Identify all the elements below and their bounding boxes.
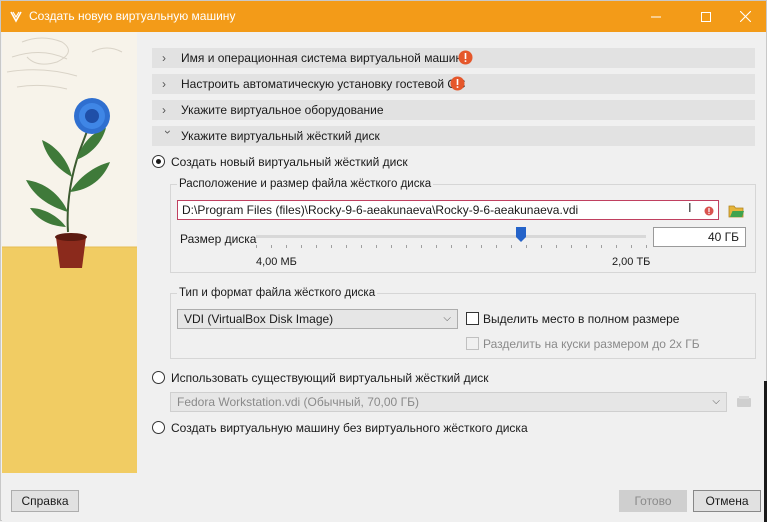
- warning-icon: [458, 50, 473, 65]
- window-title: Создать новую виртуальную машину: [29, 9, 236, 23]
- disk-size-label: Размер диска: [180, 232, 257, 246]
- virtualbox-app-icon: [10, 11, 22, 23]
- minimize-icon: [651, 16, 661, 17]
- slider-tick: [481, 245, 482, 248]
- slider-tick: [616, 245, 617, 248]
- slider-tick: [271, 245, 272, 248]
- section-hard-disk[interactable]: › Укажите виртуальный жёсткий диск: [152, 126, 755, 146]
- section-label: Настроить автоматическую установку госте…: [181, 77, 466, 91]
- title-bar: Создать новую виртуальную машину: [1, 1, 766, 32]
- split-checkbox[interactable]: [466, 337, 479, 350]
- create-new-disk-label: Создать новый виртуальный жёсткий диск: [171, 155, 408, 169]
- slider-tick: [376, 245, 377, 248]
- section-hardware[interactable]: › Укажите виртуальное оборудование: [152, 100, 755, 120]
- slider-min-label: 4,00 МБ: [256, 256, 297, 268]
- choose-disk-icon[interactable]: [736, 394, 752, 409]
- slider-tick: [556, 245, 557, 248]
- slider-tick: [586, 245, 587, 248]
- slider-tick: [541, 245, 542, 248]
- type-format-group-title: Тип и формат файла жёсткого диска: [177, 287, 378, 299]
- slider-tick: [421, 245, 422, 248]
- existing-disk-select[interactable]: Fedora Workstation.vdi (Обычный, 70,00 Г…: [170, 392, 727, 412]
- chevron-down-icon: ⌵: [443, 313, 451, 324]
- wizard-illustration: [2, 32, 137, 473]
- error-icon: [704, 206, 714, 216]
- slider-tick: [526, 245, 527, 248]
- section-label: Укажите виртуальный жёсткий диск: [181, 129, 380, 143]
- chevron-right-icon: ›: [162, 51, 166, 65]
- close-button[interactable]: [723, 1, 767, 32]
- location-size-group-title: Расположение и размер файла жёсткого дис…: [177, 178, 434, 190]
- chevron-down-icon: ›: [161, 130, 175, 134]
- slider-tick: [346, 245, 347, 248]
- disk-file-path-input[interactable]: D:\Program Files (files)\Rocky-9-6-aeaku…: [177, 200, 719, 220]
- use-existing-disk-label: Использовать существующий виртуальный жё…: [171, 371, 489, 385]
- preallocate-label: Выделить место в полном размере: [483, 312, 680, 326]
- disk-format-value: VDI (VirtualBox Disk Image): [184, 312, 334, 326]
- split-label: Разделить на куски размером до 2х ГБ: [483, 337, 700, 351]
- preallocate-checkbox[interactable]: [466, 312, 479, 325]
- minimize-button[interactable]: [634, 1, 678, 32]
- slider-tick: [646, 245, 647, 248]
- slider-tick: [256, 245, 257, 248]
- slider-tick: [496, 245, 497, 248]
- disk-size-slider-track[interactable]: [256, 235, 646, 238]
- text-cursor-icon: I: [688, 200, 692, 215]
- choose-file-folder-icon[interactable]: [728, 203, 744, 218]
- section-label: Имя и операционная система виртуальной м…: [181, 51, 471, 65]
- slider-tick: [406, 245, 407, 248]
- slider-tick: [316, 245, 317, 248]
- chevron-right-icon: ›: [162, 103, 166, 117]
- slider-tick: [511, 245, 512, 248]
- section-unattended-install[interactable]: › Настроить автоматическую установку гос…: [152, 74, 755, 94]
- slider-tick: [391, 245, 392, 248]
- slider-tick: [331, 245, 332, 248]
- create-new-disk-radio[interactable]: [152, 155, 165, 168]
- disk-format-select[interactable]: VDI (VirtualBox Disk Image) ⌵: [177, 309, 458, 329]
- no-disk-radio[interactable]: [152, 421, 165, 434]
- slider-tick: [601, 245, 602, 248]
- disk-size-slider-thumb[interactable]: [516, 227, 527, 242]
- no-disk-label: Создать виртуальную машину без виртуальн…: [171, 421, 528, 435]
- slider-tick: [286, 245, 287, 248]
- use-existing-disk-radio[interactable]: [152, 371, 165, 384]
- slider-tick: [451, 245, 452, 248]
- chevron-right-icon: ›: [162, 77, 166, 91]
- finish-button[interactable]: Готово: [619, 490, 687, 512]
- slider-tick: [571, 245, 572, 248]
- maximize-button[interactable]: [684, 1, 728, 32]
- cancel-button[interactable]: Отмена: [693, 490, 761, 512]
- slider-tick: [466, 245, 467, 248]
- help-button[interactable]: Справка: [11, 490, 79, 512]
- slider-tick: [436, 245, 437, 248]
- close-icon: [739, 11, 751, 22]
- slider-tick: [301, 245, 302, 248]
- create-vm-dialog: Создать новую виртуальную машину › Имя и…: [0, 0, 767, 522]
- maximize-icon: [701, 11, 711, 22]
- slider-tick: [631, 245, 632, 248]
- disk-size-input[interactable]: 40 ГБ: [653, 227, 746, 247]
- section-label: Укажите виртуальное оборудование: [181, 103, 384, 117]
- section-name-os[interactable]: › Имя и операционная система виртуальной…: [152, 48, 755, 68]
- warning-icon: [450, 76, 465, 91]
- slider-tick: [361, 245, 362, 248]
- chevron-down-icon: ⌵: [712, 396, 720, 407]
- plant-illustration: [2, 32, 137, 473]
- existing-disk-value: Fedora Workstation.vdi (Обычный, 70,00 Г…: [177, 395, 419, 409]
- slider-max-label: 2,00 ТБ: [612, 256, 651, 268]
